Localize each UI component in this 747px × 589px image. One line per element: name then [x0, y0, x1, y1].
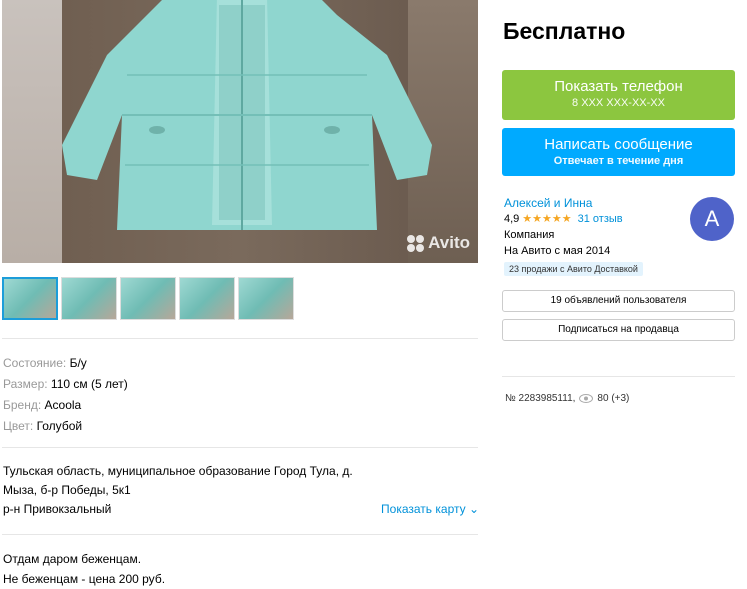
description: Отдам даром беженцам. Не беженцам - цена… [3, 549, 165, 589]
param-value: 110 см (5 лет) [50, 377, 128, 391]
divider [2, 338, 478, 339]
description-line: Не беженцам - цена 200 руб. [3, 572, 166, 586]
listing-meta: № 2283985111, 80 (+3) [505, 393, 629, 404]
address-line: Тульская область, муниципальное образова… [3, 464, 353, 478]
param-key: Размер: [3, 377, 48, 391]
avito-watermark: Avito [407, 233, 470, 253]
divider [502, 376, 735, 377]
show-map-label: Показать карту [381, 502, 466, 516]
avito-logo-icon [407, 234, 425, 252]
divider [2, 447, 478, 448]
thumbnail[interactable] [2, 277, 58, 320]
thumbnail[interactable] [238, 277, 294, 320]
listing-number: № 2283985111, [505, 393, 576, 404]
seller-rating: 4,9 ★★★★★ 31 отзыв [504, 211, 623, 227]
avatar[interactable]: А [690, 197, 734, 241]
rating-value: 4,9 [504, 213, 520, 225]
thumbnail[interactable] [179, 277, 235, 320]
address-line: Мыза, б-р Победы, 5к1 [3, 483, 131, 497]
thumbnail-strip [2, 277, 294, 320]
param-value: Б/у [69, 356, 87, 370]
address-block: Тульская область, муниципальное образова… [3, 462, 479, 519]
divider [2, 534, 478, 535]
param-key: Состояние: [3, 356, 67, 370]
watermark-text: Avito [428, 233, 470, 252]
eye-icon [579, 394, 594, 403]
param-key: Цвет: [3, 419, 34, 433]
show-phone-label: Показать телефон [554, 78, 683, 95]
response-time: Отвечает в течение дня [553, 155, 684, 167]
param-value: Голубой [36, 419, 83, 433]
seller-info: Алексей и Инна 4,9 ★★★★★ 31 отзыв Компан… [504, 195, 623, 259]
seller-name-link[interactable]: Алексей и Инна [504, 195, 623, 211]
seller-type: Компания [504, 229, 555, 241]
user-ads-button[interactable]: 19 объявлений пользователя [502, 290, 735, 312]
description-line: Отдам даром беженцам. [3, 552, 142, 566]
star-rating-icon: ★★★★★ [522, 213, 572, 225]
param-row: Бренд: Acoola [3, 395, 128, 416]
reviews-link[interactable]: 31 отзыв [578, 211, 623, 227]
param-key: Бренд: [3, 398, 42, 412]
main-photo[interactable]: Avito [2, 0, 478, 263]
show-map-link[interactable]: Показать карту ⌄ [381, 500, 479, 519]
write-message-label: Написать сообщение [544, 136, 693, 153]
masked-phone: 8 XXX XXX-XX-XX [572, 97, 665, 109]
delivery-badge: 23 продажи с Авито Доставкой [504, 262, 643, 276]
thumbnail[interactable] [61, 277, 117, 320]
chevron-down-icon: ⌄ [465, 502, 479, 516]
seller-since: На Авито с мая 2014 [504, 245, 611, 257]
param-row: Состояние: Б/у [3, 353, 128, 374]
param-value: Acoola [44, 398, 82, 412]
item-params: Состояние: Б/у Размер: 110 см (5 лет) Бр… [3, 353, 128, 437]
views-count: 80 (+3) [597, 393, 630, 404]
subscribe-button[interactable]: Подписаться на продавца [502, 319, 735, 341]
thumbnail[interactable] [120, 277, 176, 320]
price: Бесплатно [503, 18, 626, 44]
jacket-image [62, 0, 432, 230]
param-row: Цвет: Голубой [3, 416, 128, 437]
show-phone-button[interactable]: Показать телефон 8 XXX XXX-XX-XX [502, 70, 735, 120]
param-row: Размер: 110 см (5 лет) [3, 374, 128, 395]
write-message-button[interactable]: Написать сообщение Отвечает в течение дн… [502, 128, 735, 176]
